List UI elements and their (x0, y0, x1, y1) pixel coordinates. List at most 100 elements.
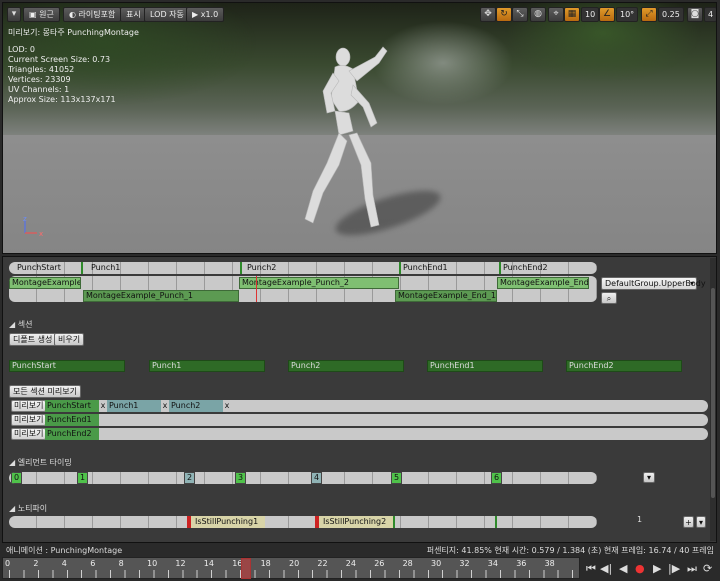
scrubber-tick-label: 28 (402, 559, 413, 568)
montage-segment[interactable]: MontageExample_Punch_2 (239, 277, 399, 289)
persona-animation-editor: ▾ ▣ 원근 ◐ 라이팅포함 표시 LOD 자동 ▶ x1.0 ✥ ↻ ⤡ ◍ … (0, 0, 720, 581)
camera-speed-icon[interactable]: ◙ (687, 7, 703, 22)
rotate-tool-icon[interactable]: ↻ (496, 7, 512, 22)
create-default-button[interactable]: 디폴트 생성 (9, 333, 57, 346)
montage-segment[interactable]: MontageExample_End_2 (497, 277, 589, 289)
montage-section-label[interactable]: PunchEnd2 (503, 262, 548, 274)
remove-link-icon[interactable]: x (223, 400, 231, 412)
scrubber-tick-label: 36 (516, 559, 527, 568)
preview-viewport[interactable]: ▾ ▣ 원근 ◐ 라이팅포함 표시 LOD 자동 ▶ x1.0 ✥ ↻ ⤡ ◍ … (2, 2, 717, 254)
scale-snap-icon[interactable]: ⤢ (641, 7, 657, 22)
surface-snap-icon[interactable]: ⌖ (548, 7, 564, 22)
sections-header[interactable]: ◢ 섹션 (9, 319, 32, 330)
stat-triangles: Triangles: 41052 (8, 65, 75, 74)
record-icon[interactable]: ● (635, 562, 645, 575)
axis-z-label: z (23, 215, 27, 223)
timing-marker[interactable]: 6 (491, 472, 503, 484)
lit-sphere-icon: ◐ (69, 10, 79, 19)
montage-section-label[interactable]: PunchEnd1 (403, 262, 448, 274)
play-forward-icon[interactable]: ▶ (653, 562, 661, 575)
scrubber-tick-label: 18 (260, 559, 271, 568)
montage-segment[interactable]: MontageExample_Punch_1 (83, 290, 239, 302)
montage-section-label[interactable]: Punch2 (247, 262, 276, 274)
translate-tool-icon[interactable]: ✥ (480, 7, 496, 22)
section-chip[interactable]: PunchEnd2 (45, 428, 99, 440)
section-preview-row: 미리보기 PunchStart x Punch1 x Punch2 x (11, 400, 708, 412)
world-local-icon[interactable]: ◍ (530, 7, 546, 22)
notifies-header[interactable]: ◢ 노티파이 (9, 503, 47, 514)
lod-button[interactable]: LOD 자동 (144, 7, 190, 22)
notify-event[interactable]: IsStillPunching1 ⊶ (187, 516, 265, 528)
skip-to-start-icon[interactable]: ⏮ (586, 562, 596, 575)
section-preview-row: 미리보기 PunchEnd2 (11, 428, 708, 440)
scale-snap-value[interactable]: 0.25 (658, 7, 684, 22)
montage-section-label[interactable]: Punch1 (91, 262, 120, 274)
track-options-button[interactable]: ▾ (696, 516, 706, 528)
montage-slot-track[interactable]: MontageExample_S MontageExample_Punch_2 … (9, 276, 597, 302)
add-notify-track-button[interactable]: + (683, 516, 694, 528)
playhead[interactable] (240, 558, 251, 579)
notify-event[interactable]: IsStillPunching2 ⊶ (315, 516, 393, 528)
element-timing-track[interactable]: 0 1 2 3 4 5 6 (9, 472, 597, 484)
rotation-snap-value[interactable]: 10° (616, 7, 639, 22)
grid-snap-value[interactable]: 10 (581, 7, 600, 22)
element-timing-header[interactable]: ◢ 엘리먼트 타이밍 (9, 457, 72, 468)
section-bar[interactable]: PunchEnd2 (566, 360, 682, 372)
timing-marker[interactable]: 5 (391, 472, 403, 484)
view-mode-button[interactable]: ▣ 원근 (23, 7, 60, 22)
preview-button[interactable]: 미리보기 (11, 400, 47, 412)
timing-dropdown-button[interactable]: ▾ (643, 472, 655, 483)
scrollbar-thumb[interactable] (711, 288, 715, 498)
step-forward-icon[interactable]: |▶ (668, 562, 680, 575)
section-chip[interactable]: Punch2 (169, 400, 223, 412)
preview-button[interactable]: 미리보기 (11, 428, 47, 440)
timing-marker[interactable]: 0 (11, 472, 23, 484)
scrubber-tick-label: 38 (544, 559, 555, 568)
grid-snap-icon[interactable]: ▦ (564, 7, 580, 22)
scrubber-tick-label: 30 (431, 559, 442, 568)
search-button[interactable]: ⌕ (601, 292, 617, 304)
timing-marker[interactable]: 2 (184, 472, 196, 484)
camera-speed-value[interactable]: 4 (704, 7, 716, 22)
section-chip[interactable]: Punch1 (107, 400, 161, 412)
menu-arrow-icon[interactable]: ▾ (7, 7, 21, 22)
section-bar[interactable]: Punch1 (149, 360, 265, 372)
section-chip[interactable]: PunchStart (45, 400, 99, 412)
skip-to-end-icon[interactable]: ⏭ (687, 562, 697, 575)
montage-section-track[interactable]: PunchStart Punch1 Punch2 PunchEnd1 Punch… (9, 262, 597, 274)
scale-tool-icon[interactable]: ⤡ (512, 7, 528, 22)
section-chip[interactable]: PunchEnd1 (45, 414, 99, 426)
axis-gizmo-icon: z x (23, 215, 43, 237)
preview-button[interactable]: 미리보기 (11, 414, 47, 426)
playback-speed-label: x1.0 (200, 10, 219, 19)
timing-marker[interactable]: 3 (235, 472, 247, 484)
rotation-snap-icon[interactable]: ∠ (599, 7, 615, 22)
timing-marker[interactable]: 1 (77, 472, 89, 484)
montage-segment[interactable]: MontageExample_End_1 (395, 290, 497, 302)
montage-segment[interactable]: MontageExample_S (9, 277, 81, 289)
playback-info: 퍼센티지: 41.85% 현재 시간: 0.579 / 1.384 (초) 현재… (426, 546, 714, 555)
stat-approx-size: Approx Size: 113x137x171 (8, 95, 116, 104)
clear-sections-button[interactable]: 비우기 (54, 333, 85, 346)
remove-link-icon[interactable]: x (99, 400, 107, 412)
section-bar[interactable]: Punch2 (288, 360, 404, 372)
collapse-arrow-icon: ◢ (9, 458, 18, 467)
timing-marker[interactable]: 4 (311, 472, 323, 484)
preview-all-sections-button[interactable]: 모든 섹션 미리보기 (9, 385, 81, 398)
stat-uv-channels: UV Channels: 1 (8, 85, 70, 94)
step-back-icon[interactable]: ◀| (600, 562, 612, 575)
timeline-scrubber[interactable]: 0 2 4 6 8 10 12 14 16 18 20 22 24 26 28 30 32 34 36 38 (2, 557, 580, 579)
panel-scrollbar[interactable] (710, 258, 716, 541)
play-reverse-icon[interactable]: ◀ (619, 562, 627, 575)
section-bar[interactable]: PunchEnd1 (427, 360, 543, 372)
slot-group-dropdown[interactable]: DefaultGroup.UpperBody ▾ (601, 277, 706, 290)
section-bar[interactable]: PunchStart (9, 360, 125, 372)
montage-section-label[interactable]: PunchStart (17, 262, 61, 274)
scrubber-tick-label: 0 (5, 559, 11, 568)
playback-speed-button[interactable]: ▶ x1.0 (186, 7, 225, 22)
lighting-mode-button[interactable]: ◐ 라이팅포함 (63, 7, 122, 22)
remove-link-icon[interactable]: x (161, 400, 169, 412)
loop-icon[interactable]: ⟳ (703, 562, 712, 575)
notify-track[interactable]: IsStillPunching1 ⊶ IsStillPunching2 ⊶ (9, 516, 597, 528)
show-button[interactable]: 표시 (120, 7, 147, 22)
